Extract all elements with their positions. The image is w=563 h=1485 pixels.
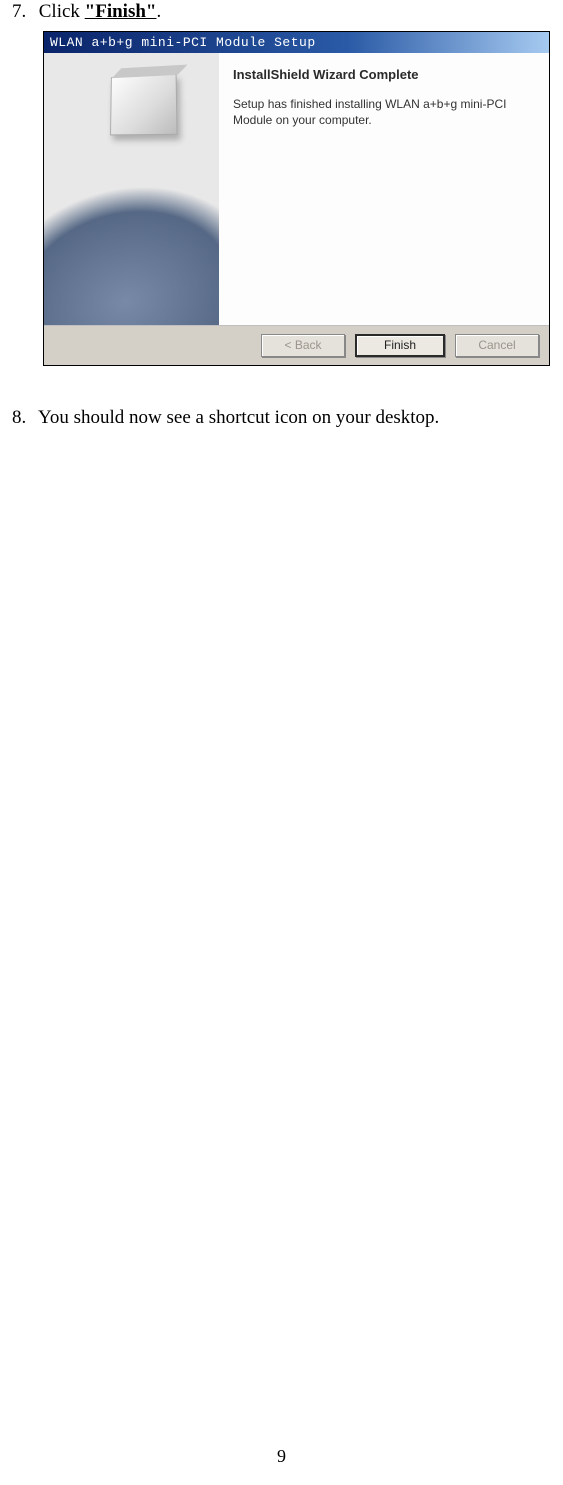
page-number: 9 [0,1446,563,1467]
cancel-button-label: Cancel [478,338,515,352]
dialog-heading: InstallShield Wizard Complete [233,67,531,82]
finish-button-label: Finish [384,338,416,352]
finish-button[interactable]: Finish [355,334,445,357]
wizard-banner-image [44,53,219,325]
package-box-icon [110,74,177,135]
step-8-number: 8. [12,406,34,431]
step-7-post: . [156,1,161,22]
swoosh-graphic [44,128,219,325]
step-7-boldword: "Finish" [85,1,157,22]
back-button[interactable]: < Back [261,334,345,357]
dialog-titlebar: WLAN a+b+g mini-PCI Module Setup [44,32,549,53]
cancel-button[interactable]: Cancel [455,334,539,357]
dialog-body-text: Setup has finished installing WLAN a+b+g… [233,96,531,130]
installer-dialog: WLAN a+b+g mini-PCI Module Setup Install… [43,31,550,366]
dialog-title-text: WLAN a+b+g mini-PCI Module Setup [50,35,316,50]
dialog-footer: < Back Finish Cancel [44,325,549,365]
dialog-content: InstallShield Wizard Complete Setup has … [219,53,549,325]
step-7-line: 7. Click "Finish". [12,0,551,25]
back-button-label: < Back [284,338,321,352]
step-8-line: 8. You should now see a shortcut icon on… [12,406,551,431]
step-7-pre: Click [39,1,85,22]
step-8-text: You should now see a shortcut icon on yo… [38,407,439,428]
dialog-body: InstallShield Wizard Complete Setup has … [44,53,549,325]
step-7-number: 7. [12,0,34,25]
